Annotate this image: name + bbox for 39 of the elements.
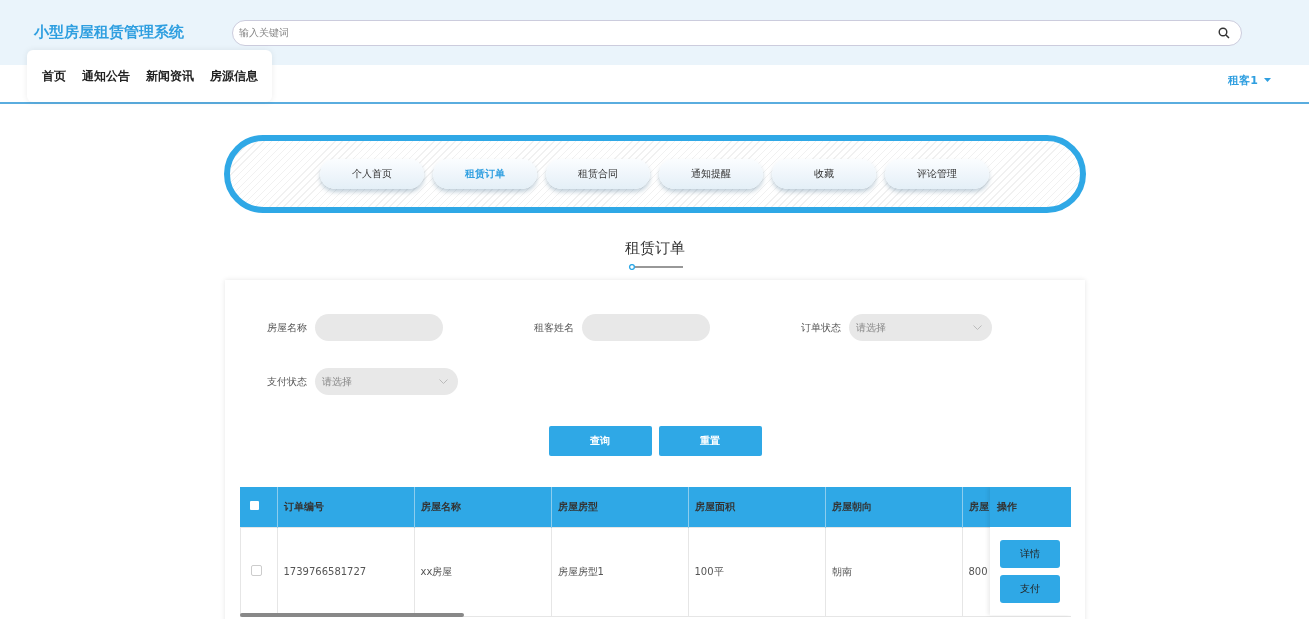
column-header: 房屋面积 <box>694 500 735 512</box>
row-checkbox[interactable] <box>250 565 262 576</box>
filter-label: 租客姓名 <box>533 320 574 335</box>
filter-label: 房屋名称 <box>266 320 307 335</box>
column-header: 房屋 <box>968 500 989 512</box>
table-cell: 朝南 <box>831 565 852 577</box>
row-action-button[interactable]: 详情 <box>1000 539 1060 568</box>
scrollbar[interactable] <box>239 613 464 617</box>
nav-link[interactable]: 房源信息 <box>209 67 258 85</box>
search-field[interactable]: 输入关键词 <box>232 19 1242 46</box>
select-all-checkbox[interactable] <box>250 501 259 511</box>
column-header: 房屋名称 <box>420 500 461 512</box>
title-underline <box>628 264 684 270</box>
page-title: 租赁订单 <box>624 239 685 258</box>
caret-icon[interactable] <box>1264 78 1271 82</box>
tab[interactable]: 个人首页 <box>320 159 424 189</box>
nav-link[interactable]: 新闻资讯 <box>145 67 194 85</box>
column-header: 房屋房型 <box>557 500 598 512</box>
site-title: 小型房屋租赁管理系统 <box>34 23 184 42</box>
filter-label: 支付状态 <box>266 374 307 389</box>
chevron-icon <box>438 379 448 384</box>
table-cell: 1739766581727 <box>283 566 367 577</box>
nav-link[interactable]: 通知公告 <box>81 67 130 85</box>
column-header: 房屋朝向 <box>831 500 872 512</box>
table-cell: xx房屋 <box>420 565 453 577</box>
tab[interactable]: 收藏 <box>772 159 876 189</box>
tab[interactable]: 评论管理 <box>885 159 989 189</box>
filter-label: 订单状态 <box>800 320 841 335</box>
table-cell: 房屋房型1 <box>557 565 604 577</box>
search-icon[interactable] <box>1218 26 1230 39</box>
table-cell: 100平 <box>694 565 724 577</box>
column-header: 订单编号 <box>283 500 324 512</box>
row-action-button[interactable]: 支付 <box>1000 574 1060 603</box>
tab[interactable]: 通知提醒 <box>659 159 763 189</box>
table-cell: 800 <box>968 566 988 577</box>
nav-link[interactable]: 首页 <box>41 67 66 85</box>
chevron-icon <box>972 325 982 330</box>
column-header: 操作 <box>996 500 1017 514</box>
tab[interactable]: 租赁合同 <box>546 159 650 189</box>
